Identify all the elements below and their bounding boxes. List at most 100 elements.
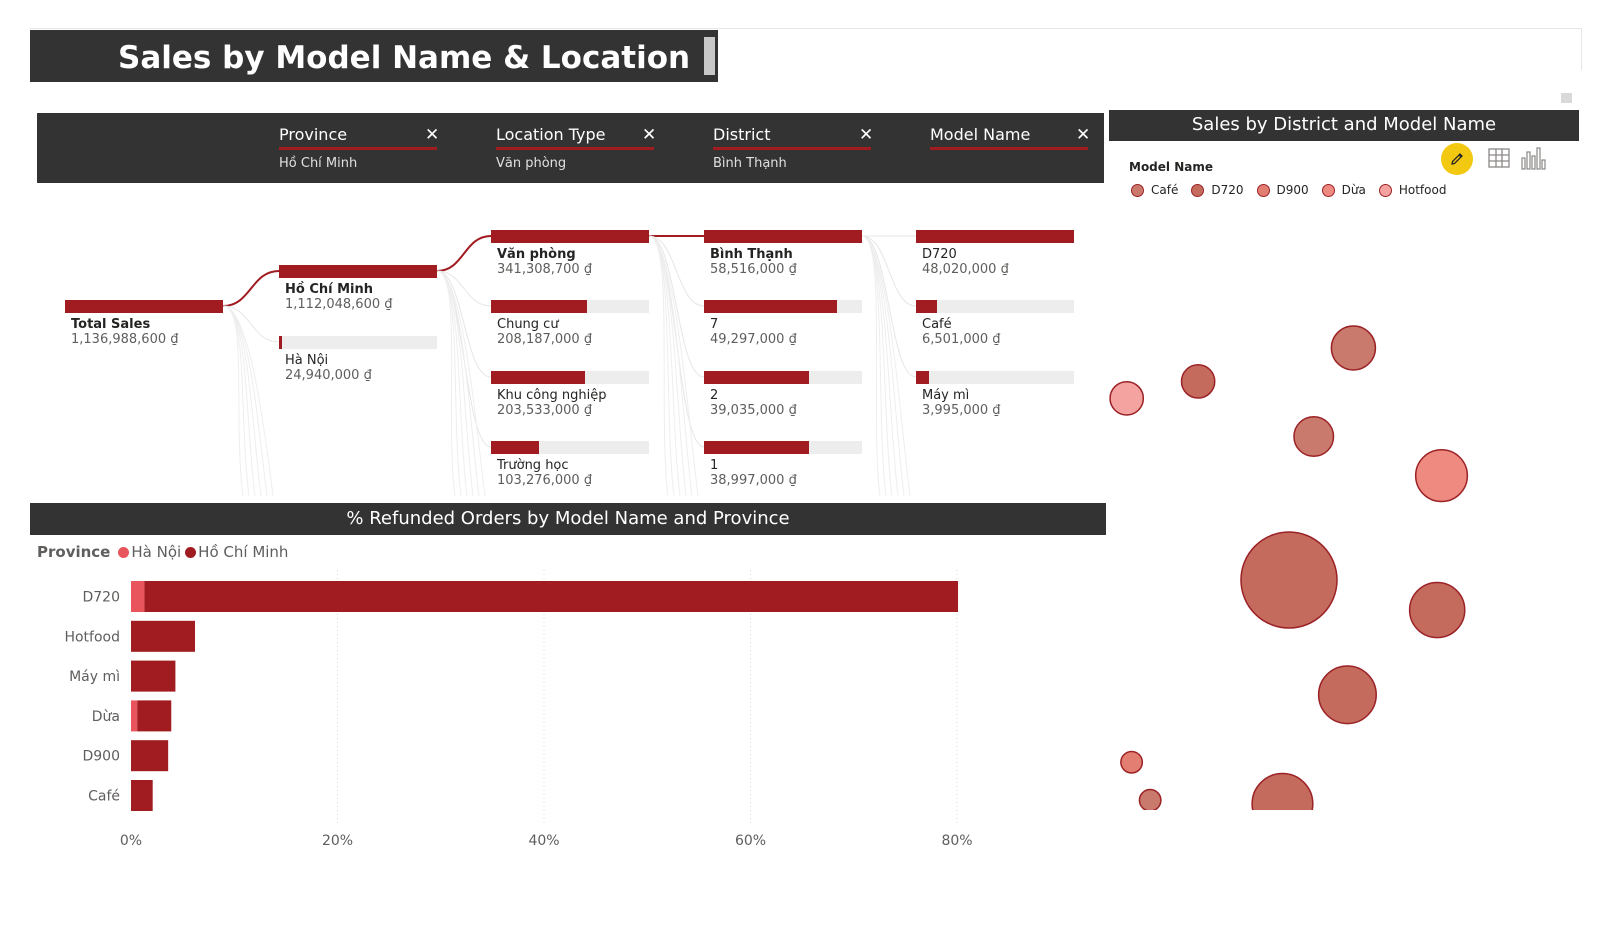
bubble[interactable] [1293,415,1335,458]
tree-node-level-1-0[interactable]: Hồ Chí Minh 1,112,048,600 ₫ [279,265,437,312]
bubble-legend-item[interactable]: D900 [1256,183,1309,197]
y-category-label: Café [88,789,120,805]
tree-connector [648,235,705,378]
bubble[interactable] [1408,581,1466,639]
node-value: 1,136,988,600 ₫ [71,332,179,347]
tree-connector [861,235,917,378]
node-bar-fill [916,371,930,384]
node-bar-fill [916,300,938,313]
bubble[interactable] [1120,750,1144,774]
page-title-bar: Sales by Model Name & Location [30,30,718,82]
tree-connector-hidden [861,235,911,496]
legend-swatch [1321,183,1335,197]
bar-ho-chi-minh[interactable] [131,660,176,692]
page-frame-top [30,28,1582,29]
node-bar-track [704,300,862,313]
node-label: 1 [710,458,719,473]
bar-ho-chi-minh[interactable] [131,620,196,652]
decomp-column-label: Model Name [930,125,1031,144]
tree-node-level-2-0[interactable]: Văn phòng 341,308,700 ₫ [491,230,649,277]
bar-ho-chi-minh[interactable] [131,780,153,811]
decomp-column-underline [279,147,437,150]
bar-ho-chi-minh[interactable] [137,700,172,732]
legend-item-ho-chi-minh[interactable]: Hồ Chí Minh [198,543,288,561]
decomposition-tree-header: Province Hồ Chí Minh ✕ Location Type Văn… [37,113,1104,183]
legend-swatch [1191,183,1205,197]
node-label: Trường học [497,458,569,473]
refund-bar-chart: 0% 20% 40% 60% 80% D720 Hotfood Máy mì Dừa D900 Ca… [64,570,973,849]
bar-ha-noi[interactable] [131,581,145,612]
tree-node-level-2-2[interactable]: Khu công nghiệp 203,533,000 ₫ [491,371,649,418]
close-icon[interactable]: ✕ [425,125,439,145]
close-icon[interactable]: ✕ [642,125,656,145]
title-scroll-handle[interactable] [704,37,715,75]
legend-label: Dừa [1341,183,1366,197]
bubble-legend-title: Model Name [1129,160,1213,174]
legend-item-ha-noi[interactable]: Hà Nội [131,543,181,561]
tree-connector-hidden [436,270,462,496]
legend-swatch [1378,183,1392,197]
bar-chart-icon[interactable] [1521,146,1547,174]
pencil-icon[interactable] [1441,143,1473,175]
tree-node-level-2-3[interactable]: Trường học 103,276,000 ₫ [491,441,649,488]
bubble-legend-item[interactable]: Café [1131,183,1178,197]
node-label: Khu công nghiệp [497,388,607,403]
bubble[interactable] [1180,364,1216,399]
node-value: 203,533,000 ₫ [497,403,593,418]
node-bar-track [704,441,862,454]
tree-node-total-sales[interactable]: Total Sales 1,136,988,600 ₫ [65,300,223,347]
decomposition-tree: Total Sales 1,136,988,600 ₫ Hồ Chí Minh 1,1… [37,190,1104,496]
decomp-column-filter: Văn phòng [496,156,567,171]
tree-node-level-1-1[interactable]: Hà Nội 24,940,000 ₫ [279,336,437,383]
tree-connector-hidden [222,305,250,496]
bubble-legend-item[interactable]: Dừa [1321,183,1366,197]
node-value: 38,997,000 ₫ [710,473,797,488]
node-value: 49,297,000 ₫ [710,332,797,347]
node-value: 341,308,700 ₫ [497,262,593,277]
bubble[interactable] [1138,788,1162,810]
bubble[interactable] [1414,449,1469,503]
node-bar-track [491,371,649,384]
tree-node-level-4-0[interactable]: D720 48,020,000 ₫ [916,230,1074,277]
bubble[interactable] [1109,380,1145,416]
tree-node-level-3-3[interactable]: 1 38,997,000 ₫ [704,441,862,488]
bar-ho-chi-minh[interactable] [131,740,169,772]
node-bar-fill [279,265,437,278]
node-bar-fill [491,300,588,313]
x-tick-label: 0% [120,833,142,849]
bar-ha-noi[interactable] [131,700,138,732]
node-bar-track [916,371,1074,384]
tree-connector-hidden [436,270,486,496]
tree-node-level-3-1[interactable]: 7 49,297,000 ₫ [704,300,862,347]
bubble-chart-legend: Café D720 D900 Dừa Hotfood [1131,183,1459,197]
tree-connector-hidden [648,235,699,496]
node-bar-track [65,300,223,313]
visual-resize-handle[interactable] [1561,93,1572,103]
bubble-chart-title: Sales by District and Model Name [1191,114,1497,135]
bubble[interactable] [1240,531,1338,629]
legend-swatch [1131,183,1144,197]
refund-chart-legend: Province Hà Nội Hồ Chí Minh [37,543,288,561]
bubble[interactable] [1251,772,1314,810]
node-bar-track [491,230,649,243]
tree-node-level-3-2[interactable]: 2 39,035,000 ₫ [704,371,862,418]
tree-node-level-4-1[interactable]: Café 6,501,000 ₫ [916,300,1074,347]
bubble-legend-item[interactable]: Hotfood [1378,183,1446,197]
tree-node-level-4-2[interactable]: Máy mì 3,995,000 ₫ [916,371,1074,418]
close-icon[interactable]: ✕ [859,125,873,145]
tree-node-level-2-1[interactable]: Chung cư 208,187,000 ₫ [491,300,649,347]
table-icon[interactable] [1488,148,1510,172]
node-bar-fill [704,371,810,384]
tree-node-level-3-0[interactable]: Bình Thạnh 58,516,000 ₫ [704,230,862,277]
node-bar-fill [704,441,810,454]
bubble[interactable] [1330,325,1377,371]
bubble[interactable] [1317,665,1377,725]
decomp-column-underline [496,147,654,150]
bubble-legend-item[interactable]: D720 [1191,183,1244,197]
close-icon[interactable]: ✕ [1076,125,1090,145]
bar-ho-chi-minh[interactable] [144,581,959,612]
y-category-label: D720 [82,590,120,606]
y-category-label: Hotfood [64,629,120,645]
node-bar-track [491,441,649,454]
node-label: Hà Nội [285,353,329,368]
